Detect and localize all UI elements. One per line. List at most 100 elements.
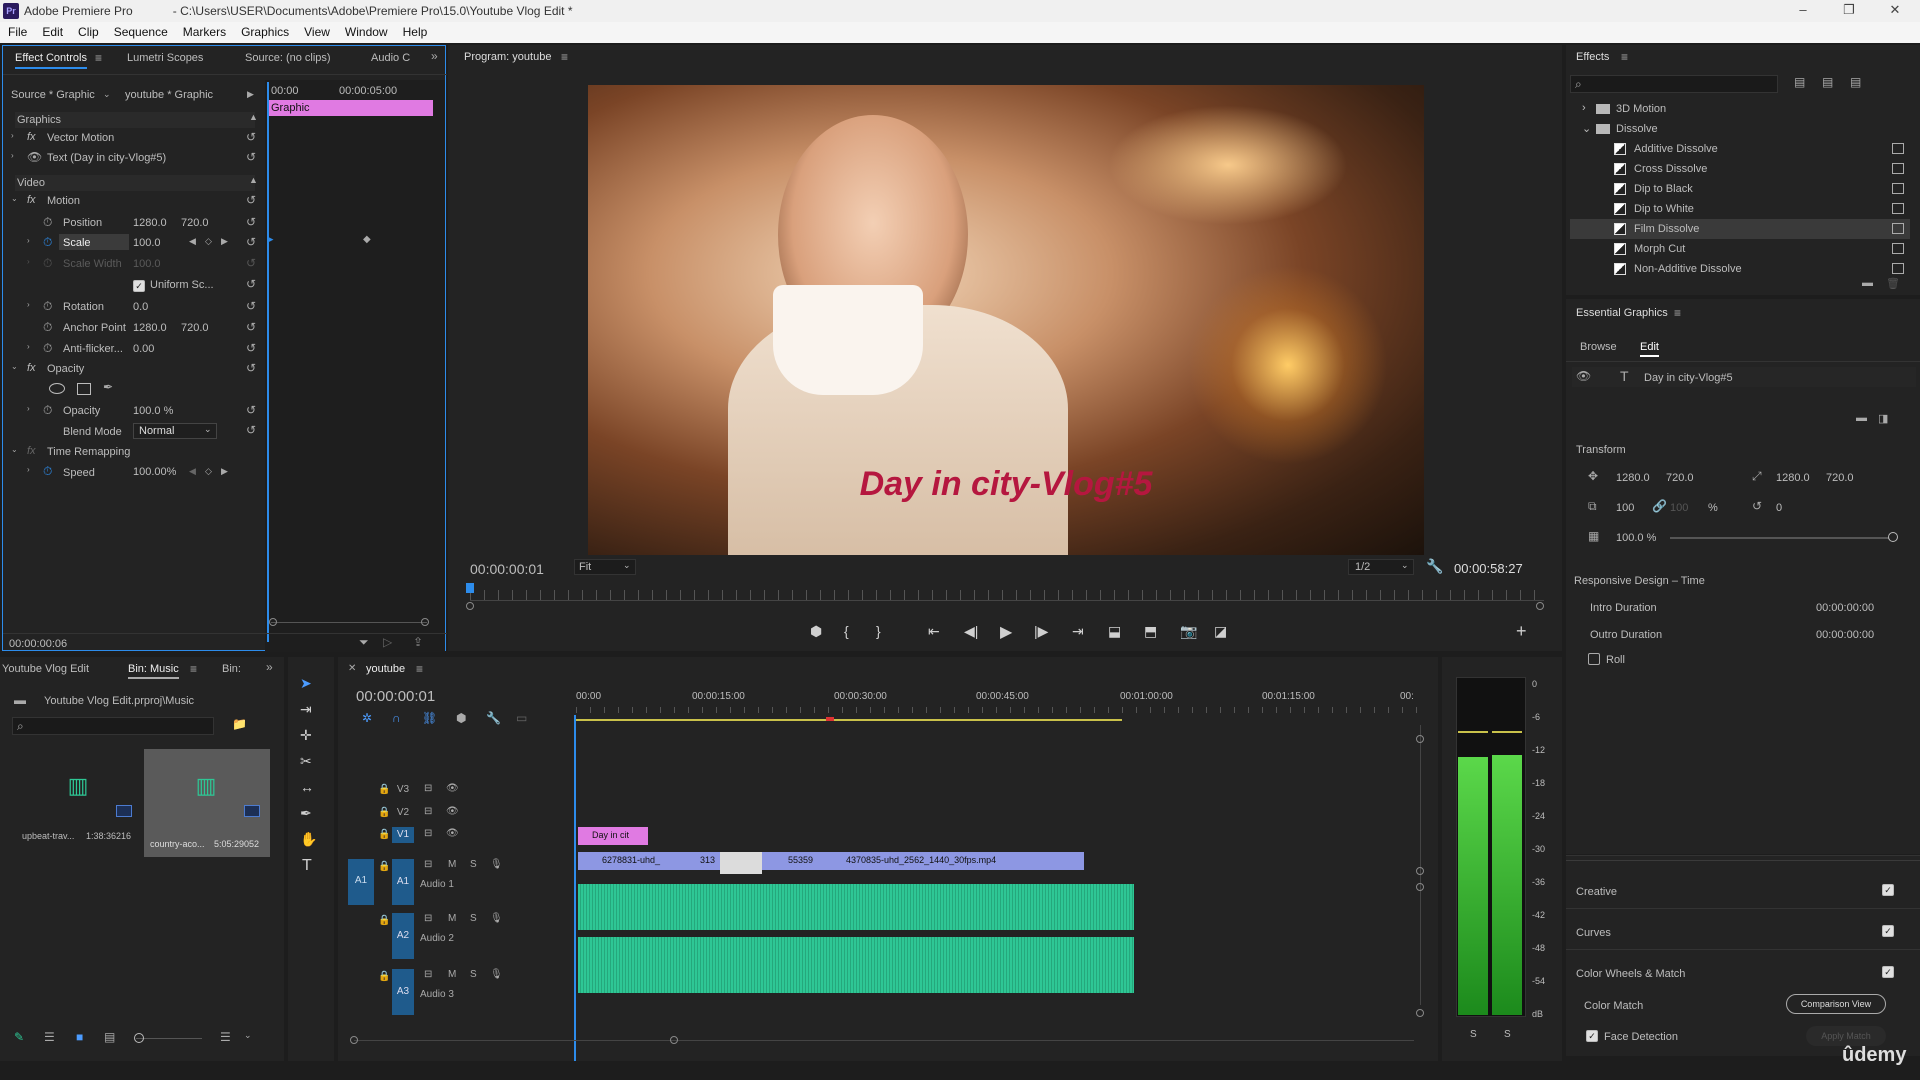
collapse-arrow-icon[interactable]: ⌄ [11, 362, 18, 371]
program-monitor-title[interactable]: Program: youtube [464, 51, 551, 63]
32bit-effects-icon[interactable]: ▤ [1822, 75, 1833, 89]
play-audio-icon[interactable]: ▷ [383, 635, 392, 649]
prev-keyframe-icon[interactable]: ◀ [189, 466, 196, 477]
selection-tool-icon[interactable]: ➤ [300, 675, 312, 692]
blend-mode-select[interactable]: Normal ⌄ [133, 423, 217, 439]
anchor-y-value[interactable]: 720.0 [181, 322, 209, 334]
chevron-down-icon[interactable]: ⌄ [103, 89, 111, 100]
reset-icon[interactable]: ↺ [246, 299, 256, 313]
microphone-icon[interactable]: 🎙 [490, 859, 503, 870]
menu-help[interactable]: Help [395, 22, 435, 39]
pencil-icon[interactable]: ✎ [14, 1030, 24, 1044]
sync-lock-icon[interactable]: ⊟ [424, 969, 432, 980]
effect-item[interactable]: Additive Dissolve [1570, 139, 1910, 159]
tab-lumetri-scopes[interactable]: Lumetri Scopes [127, 52, 203, 64]
effects-search-input[interactable]: ⌕ [1570, 75, 1778, 93]
track-select-tool-icon[interactable]: ⇥ [300, 701, 312, 718]
track-target-a3[interactable]: A3 [392, 969, 414, 1015]
comparison-view-button[interactable]: Comparison View [1786, 994, 1886, 1014]
track-target-v1[interactable]: V1 [392, 827, 414, 843]
track-target-a2[interactable]: A2 [392, 913, 414, 959]
tab-browse[interactable]: Browse [1580, 341, 1617, 353]
menu-edit[interactable]: Edit [34, 22, 70, 39]
more-tabs-icon[interactable]: » [266, 660, 273, 674]
freeform-view-icon[interactable]: ▤ [104, 1030, 115, 1044]
ec-zoom-slider[interactable] [271, 622, 427, 623]
sync-lock-icon[interactable]: ⊟ [424, 806, 432, 817]
panel-menu-icon[interactable]: ≡ [1674, 306, 1681, 320]
tab-bin[interactable]: Bin: [222, 663, 241, 675]
timeline-tab[interactable]: youtube [366, 663, 405, 675]
eg-rotation[interactable]: 0 [1776, 502, 1782, 514]
reset-icon[interactable]: ↺ [246, 277, 256, 291]
eye-icon[interactable]: 👁 [1576, 369, 1591, 383]
play-only-icon[interactable]: ▶ [247, 89, 254, 100]
lock-icon[interactable]: 🔒 [378, 807, 390, 818]
stopwatch-active-icon[interactable]: ⏱ [43, 235, 52, 250]
timeline-ruler[interactable]: 00:00 00:00:15:00 00:00:30:00 00:00:45:0… [576, 685, 1420, 725]
ec-timeline-area[interactable]: 00:00 00:00:05:00 Graphic ◆ ▸ [265, 80, 445, 652]
track-target-a1[interactable]: A1 [392, 859, 414, 905]
speed-value[interactable]: 100.00% [133, 466, 176, 478]
creative-section[interactable]: Creative [1576, 886, 1617, 898]
reset-icon[interactable]: ↺ [246, 403, 256, 417]
menu-graphics[interactable]: Graphics [233, 22, 296, 39]
opacity-slider[interactable] [1670, 537, 1894, 539]
lock-icon[interactable]: 🔒 [378, 829, 390, 840]
fit-select[interactable]: Fit ⌄ [574, 559, 636, 575]
panel-menu-icon[interactable]: ≡ [1621, 50, 1628, 64]
collapse-up-icon[interactable]: ▲ [249, 112, 258, 122]
curves-checkbox[interactable]: ✓ [1882, 925, 1894, 937]
filter-icon[interactable]: ⏷ [359, 635, 369, 650]
rectangle-mask-icon[interactable] [77, 383, 91, 395]
captions-icon[interactable]: ▭ [516, 711, 527, 725]
solo-button[interactable]: S [470, 969, 477, 980]
expand-arrow-icon[interactable]: › [1582, 102, 1586, 114]
razor-tool-icon[interactable]: ✂ [300, 753, 312, 770]
microphone-icon[interactable]: 🎙 [490, 913, 503, 924]
go-to-in-icon[interactable]: ⇤ [928, 623, 940, 640]
eg-anchor-y[interactable]: 720.0 [1826, 472, 1854, 484]
go-to-out-icon[interactable]: ⇥ [1072, 623, 1084, 640]
eye-icon[interactable]: 👁 [27, 150, 42, 164]
menu-window[interactable]: Window [337, 22, 395, 39]
tab-bin-music[interactable]: Bin: Music [128, 663, 179, 679]
reset-icon[interactable]: ↺ [246, 215, 256, 229]
ripple-edit-tool-icon[interactable]: ✛ [300, 727, 312, 744]
effect-item[interactable]: Dip to Black [1570, 179, 1910, 199]
eg-position-y[interactable]: 720.0 [1666, 472, 1694, 484]
reset-icon[interactable]: ↺ [246, 361, 256, 375]
source-label[interactable]: Source * Graphic [11, 89, 95, 101]
lift-icon[interactable]: ⬓ [1108, 623, 1121, 640]
new-item-icon[interactable]: ◨ [1878, 412, 1888, 425]
apply-match-button[interactable]: Apply Match [1806, 1026, 1886, 1046]
outro-duration-value[interactable]: 00:00:00:00 [1816, 629, 1874, 641]
panel-menu-icon[interactable]: ≡ [190, 662, 197, 676]
effect-item[interactable]: Non-Additive Dissolve [1570, 259, 1910, 279]
source-patch-a1[interactable]: A1 [348, 859, 374, 905]
marker-icon[interactable] [826, 717, 834, 721]
eg-opacity[interactable]: 100.0 % [1616, 532, 1656, 544]
track-header-a3[interactable]: 🔒 A3 ⊟ M S 🎙 Audio 3 [338, 969, 568, 1019]
lock-icon[interactable]: 🔒 [378, 861, 390, 872]
new-bin-icon[interactable]: ▬ [1862, 277, 1873, 289]
color-wheels-section[interactable]: Color Wheels & Match [1576, 968, 1685, 980]
track-target-v2[interactable]: V2 [392, 805, 414, 821]
expand-arrow-icon[interactable]: › [27, 300, 30, 309]
pen-tool-icon[interactable]: ✒ [300, 805, 312, 822]
add-marker-icon[interactable]: ⬢ [810, 623, 822, 640]
stopwatch-icon[interactable]: ⏱ [43, 299, 52, 314]
effect-item[interactable]: Film Dissolve [1570, 219, 1910, 239]
step-back-icon[interactable]: ◀| [964, 623, 978, 640]
solo-button[interactable]: S [470, 913, 477, 924]
audio-clip-2[interactable] [578, 937, 1134, 993]
layer-name[interactable]: Day in city-Vlog#5 [1644, 372, 1733, 384]
expand-arrow-icon[interactable]: › [27, 342, 30, 351]
reset-icon[interactable]: ↺ [246, 320, 256, 334]
video-clip-2[interactable]: 313 [672, 852, 720, 870]
media-item-1[interactable]: ▥ upbeat-trav... 1:38:36216 [16, 749, 142, 857]
project-search-input[interactable]: ⌕ [12, 717, 214, 735]
solo-right-button[interactable]: S [1504, 1029, 1511, 1040]
reset-icon[interactable]: ↺ [246, 130, 256, 144]
roll-checkbox[interactable] [1588, 653, 1600, 665]
